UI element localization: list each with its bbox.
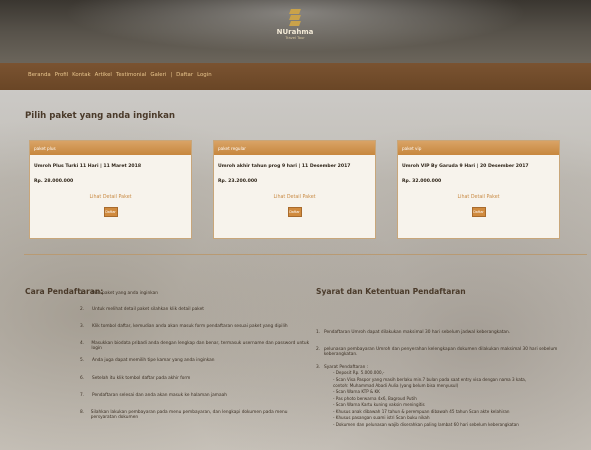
package-detail-link[interactable]: Lihat Detail Paket	[214, 195, 375, 200]
step-number: 7.	[80, 393, 85, 398]
package-category: paket vip	[398, 141, 559, 155]
item-number: 1.	[316, 330, 321, 335]
step-text: Setelah itu klik tombol daftar pada akhi…	[92, 376, 191, 381]
list-item: 8. Silahkan lakukan pembayaran pada menu …	[80, 410, 310, 420]
nav-item-galeri[interactable]: Galeri	[150, 72, 166, 78]
daftar-button[interactable]: Daftar	[103, 207, 118, 217]
list-item: 5. Anda juga dapat memilih tipe kamar yan…	[80, 358, 310, 363]
nav-item-profil[interactable]: Profil	[55, 72, 68, 78]
nav-item-daftar[interactable]: Daftar	[176, 72, 193, 78]
step-text: Pendaftaran selesai dan anda akan masuk …	[92, 393, 227, 398]
list-item: 1. Pendaftaran Umroh dapat dilakukan maks…	[316, 330, 586, 335]
step-number: 4.	[80, 341, 85, 346]
logo-subtitle: Travel Tour	[285, 36, 305, 40]
logo[interactable]: NUrahma Travel Tour	[262, 8, 328, 40]
nav-separator: |	[170, 72, 173, 78]
package-card-regular: paket regular Umroh akhir tahun prog 9 h…	[213, 140, 376, 239]
step-number: 1.	[80, 291, 85, 296]
syarat-title: Syarat dan Ketentuan Pendaftaran	[316, 287, 466, 296]
requirement-item: contoh: Muhammad Abadi Aulia (yang belum…	[333, 383, 459, 388]
nav-item-kontak[interactable]: Kontak	[72, 72, 91, 78]
package-price: Rp. 32.000.000	[402, 179, 442, 184]
nav-item-login[interactable]: Login	[197, 72, 212, 78]
requirement-item: - Scan Visa Paspor yang masih berlaku mi…	[333, 377, 527, 382]
step-text: Klik tombol daftar, kemudian anda akan m…	[92, 324, 288, 329]
requirement-item: - Khusus anak dibawah 17 tahun & perempu…	[333, 409, 510, 414]
navbar: Beranda Profil Kontak Artikel Testimonia…	[0, 63, 591, 90]
step-number: 6.	[80, 376, 85, 381]
package-name: Umroh VIP By Garuda 9 Hari | 20 Desember…	[402, 164, 529, 169]
logo-text: NUrahma	[276, 28, 314, 36]
step-text: Silahkan lakukan pembayaran pada menu pe…	[90, 410, 288, 420]
daftar-button[interactable]: Daftar	[287, 207, 302, 217]
requirement-item: - Khusus pasangan suami istri Scan buku …	[333, 415, 430, 420]
item-text: pelunasan pembayaran Umroh dan penyeraha…	[323, 347, 558, 357]
nav-item-testimonial[interactable]: Testimonial	[116, 72, 146, 78]
nav-item-artikel[interactable]: Artikel	[95, 72, 112, 78]
package-card-vip: paket vip Umroh VIP By Garuda 9 Hari | 2…	[397, 140, 560, 239]
section-divider	[24, 254, 587, 255]
logo-mark-icon	[287, 8, 303, 26]
item-text: Pendaftaran Umroh dapat dilakukan maksim…	[324, 330, 511, 335]
package-price: Rp. 23.200.000	[218, 179, 258, 184]
packages-title: Pilih paket yang anda inginkan	[25, 111, 176, 121]
site-header: NUrahma Travel Tour	[0, 0, 591, 63]
item-number: 3.	[316, 365, 321, 370]
nav-menu: Beranda Profil Kontak Artikel Testimonia…	[28, 72, 212, 78]
nav-item-beranda[interactable]: Beranda	[28, 72, 51, 78]
list-item: 7. Pendaftaran selesai dan anda akan masu…	[80, 393, 310, 398]
list-item: 3. Klik tombol daftar, kemudian anda akan…	[80, 324, 310, 329]
requirement-item: - Scan Warna Kartu kuning vaksin meningi…	[333, 402, 425, 407]
package-category: paket regular	[214, 141, 375, 155]
list-item: 1. Pilih paket yang anda inginkan	[80, 291, 310, 296]
package-category: paket plus	[30, 141, 191, 155]
package-price: Rp. 28.000.000	[34, 179, 74, 184]
requirement-item: - Scan Warna KTP & KK	[333, 389, 380, 394]
list-item: 2. pelunasan pembayaran Umroh dan penyera…	[316, 347, 586, 357]
requirement-item: - Deposit Rp. 5.000.000,-	[333, 370, 385, 375]
list-item: 6. Setelah itu klik tombol daftar pada ak…	[80, 376, 310, 381]
step-number: 8.	[80, 410, 85, 415]
step-number: 5.	[80, 358, 85, 363]
package-card-plus: paket plus Umroh Plus Turki 11 Hari | 11…	[29, 140, 192, 239]
package-name: Umroh Plus Turki 11 Hari | 11 Maret 2018	[34, 164, 142, 169]
requirement-item: - Pas photo berwarna 4x6, Bagroud Putih	[333, 396, 417, 401]
step-text: Untuk melihat detail paket silahkan klik…	[92, 307, 204, 312]
step-text: Anda juga dapat memilih tipe kamar yang …	[92, 358, 215, 363]
package-detail-link[interactable]: Lihat Detail Paket	[30, 195, 191, 200]
list-item: 4. Masukkan biodata pribadi anda dengan l…	[80, 341, 310, 351]
list-item: 2. Untuk melihat detail paket silahkan kl…	[80, 307, 310, 312]
step-text: Pilih paket yang anda inginkan	[92, 291, 158, 296]
step-text: Masukkan biodata pribadi anda dengan len…	[91, 341, 310, 351]
step-number: 3.	[80, 324, 85, 329]
step-number: 2.	[80, 307, 85, 312]
package-name: Umroh akhir tahun prog 9 hari | 11 Desem…	[218, 164, 351, 169]
package-detail-link[interactable]: Lihat Detail Paket	[398, 195, 559, 200]
requirement-item: - Dokumen dan pelunasan wajib diserahkan…	[333, 422, 519, 427]
daftar-button[interactable]: Daftar	[471, 207, 486, 217]
item-number: 2.	[316, 347, 321, 352]
